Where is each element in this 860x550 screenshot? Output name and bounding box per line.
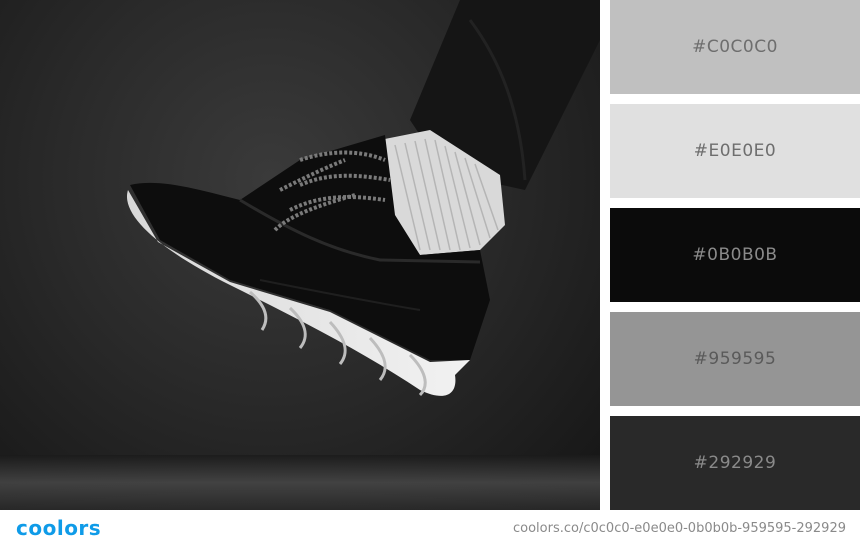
swatch-hex-label: #C0C0C0 — [692, 37, 778, 57]
color-swatch[interactable]: #E0E0E0 — [610, 104, 860, 198]
color-swatch[interactable]: #0B0B0B — [610, 208, 860, 302]
palette-url[interactable]: coolors.co/c0c0c0-e0e0e0-0b0b0b-959595-2… — [513, 521, 846, 536]
swatch-hex-label: #292929 — [693, 453, 777, 473]
sneaker-photo — [0, 0, 600, 510]
coolors-logo[interactable]: coolors — [16, 516, 101, 540]
sneaker-illustration — [0, 0, 600, 510]
color-swatch[interactable]: #292929 — [610, 416, 860, 510]
color-swatch[interactable]: #959595 — [610, 312, 860, 406]
swatch-hex-label: #0B0B0B — [692, 245, 778, 265]
footer-bar: coolors coolors.co/c0c0c0-e0e0e0-0b0b0b-… — [0, 510, 860, 550]
color-swatch[interactable]: #C0C0C0 — [610, 0, 860, 94]
swatch-hex-label: #E0E0E0 — [693, 141, 777, 161]
swatch-hex-label: #959595 — [693, 349, 777, 369]
